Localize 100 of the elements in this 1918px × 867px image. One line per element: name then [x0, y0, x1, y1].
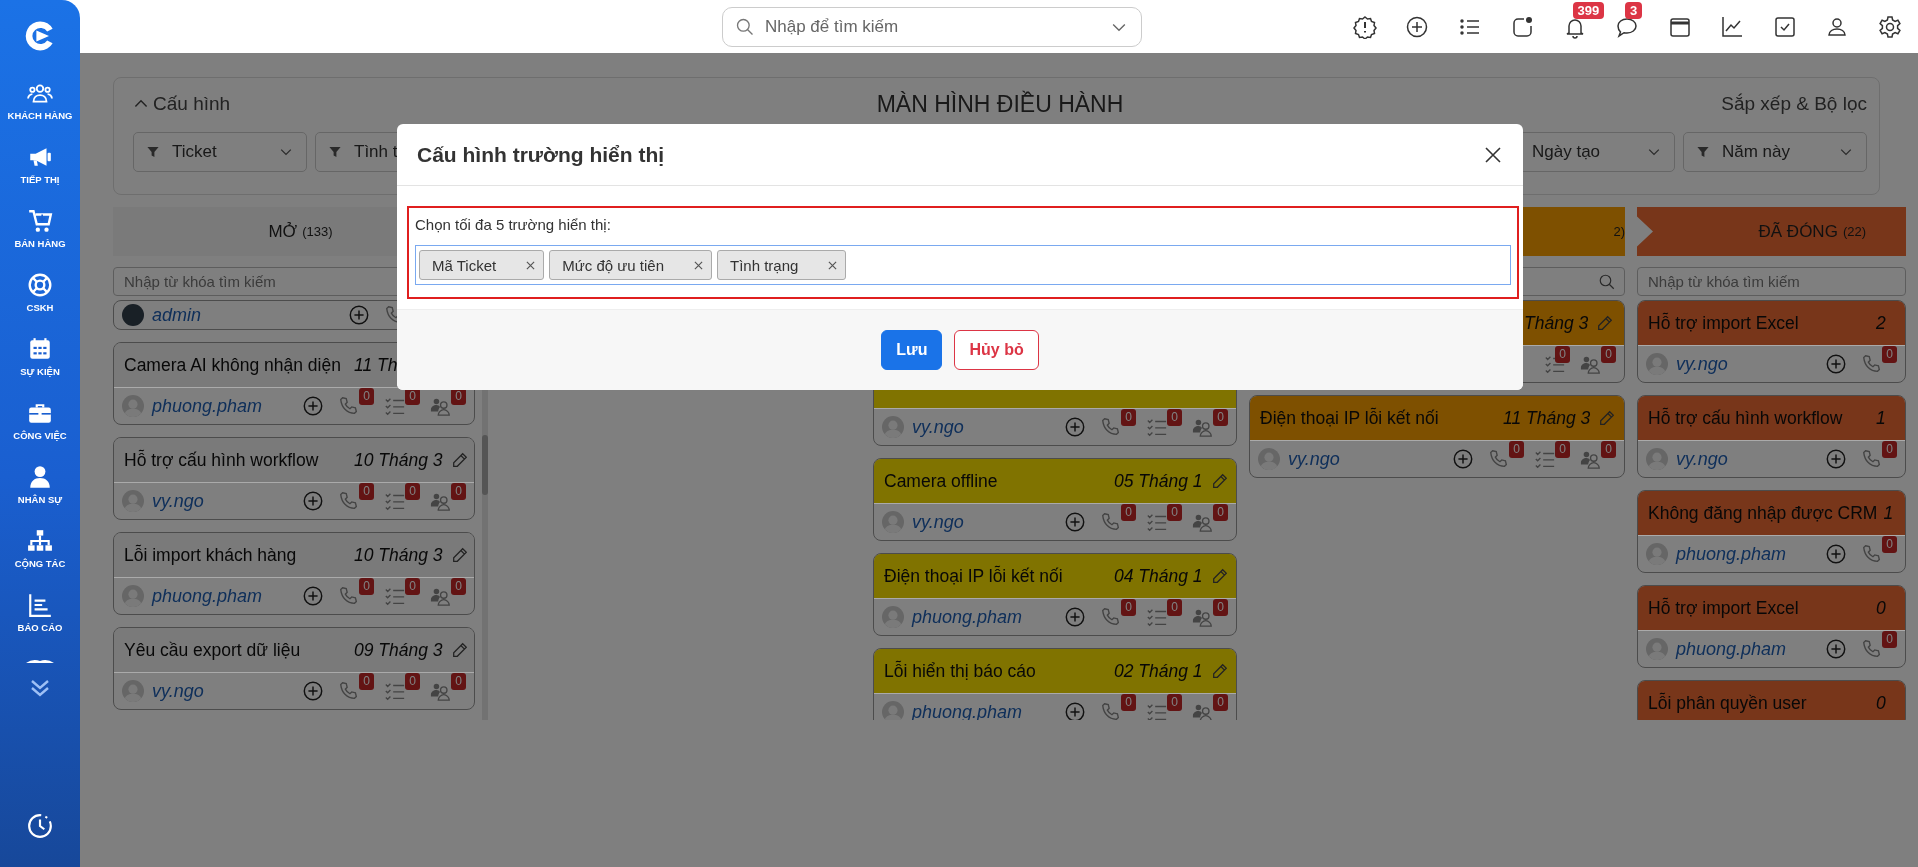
card-date: 2 [1876, 312, 1886, 334]
remove-icon[interactable] [694, 260, 703, 270]
multi-select-field[interactable]: Mã Ticket Mức độ ưu tiên Tình trạng [415, 245, 1511, 285]
assignee-name[interactable]: phuong.pham [1676, 543, 1787, 565]
count-badge: 0 [1167, 504, 1182, 521]
card-date: 1 [1883, 502, 1894, 524]
card-title: Hỗ trợ cấu hình workflow [1648, 407, 1844, 429]
assignee-name[interactable]: vy.ngo [1676, 448, 1728, 470]
field-chip[interactable]: Mức độ ưu tiên [549, 250, 712, 280]
sort-filter-link[interactable]: Sắp xếp & Bộ lọc [1567, 93, 1867, 115]
pencil-icon[interactable] [1210, 472, 1229, 490]
assignee-name[interactable]: phuong.pham [152, 585, 263, 607]
sidebar-item[interactable]: KHÁCH HÀNG [7, 80, 73, 144]
chart-icon[interactable] [1720, 14, 1745, 39]
sidebar-item[interactable]: CỘNG TÁC [14, 528, 66, 592]
save-button[interactable]: Lưu [881, 330, 943, 370]
stage-header[interactable]: ĐÃ ĐÓNG (22) [1637, 207, 1906, 256]
ticket-card[interactable]: Điện thoại IP lỗi kết nối 04 Tháng 1 phuong.pham 0 0 0 [873, 553, 1237, 636]
settings-icon[interactable] [1877, 14, 1902, 39]
filter-dropdown[interactable]: Năm này [1683, 132, 1867, 172]
org-chart-icon [27, 528, 53, 554]
count-badge: 0 [1167, 599, 1182, 616]
ticket-card[interactable]: Hỗ trợ cấu hình workflow 1 vy.ngo 0 [1637, 395, 1906, 478]
ticket-card[interactable]: Hỗ trợ cấu hình workflow 10 Tháng 3 vy.ngo 0 0 0 [113, 437, 475, 520]
assignee-name[interactable]: phuong.pham [912, 606, 1023, 628]
ticket-card[interactable]: Yêu cầu export dữ liệu 09 Tháng 3 vy.ngo 0 0 0 [113, 627, 475, 710]
pencil-icon[interactable] [1210, 567, 1229, 585]
field-chip[interactable]: Tình trạng [717, 250, 847, 280]
count-badge: 0 [1882, 631, 1897, 648]
pencil-icon[interactable] [1596, 314, 1615, 332]
pencil-icon[interactable] [450, 546, 469, 564]
pencil-icon[interactable] [450, 451, 469, 469]
search-input[interactable]: Nhập để tìm kiếm [763, 15, 1101, 38]
count-badge: 0 [1121, 599, 1136, 616]
ticket-card[interactable]: Hỗ trợ import Excel 2 vy.ngo 0 [1637, 300, 1906, 383]
search-icon [735, 16, 755, 37]
card-title: Camera offline [884, 470, 999, 492]
assignee-name[interactable]: vy.ngo [912, 511, 964, 533]
ticket-card[interactable]: Điện thoại IP lỗi kết nối 11 Tháng 3 vy.ngo 0 0 0 [1249, 395, 1625, 478]
config-toggle[interactable]: Cấu hình [133, 93, 433, 115]
dot-icon[interactable] [1510, 14, 1535, 39]
card-title: Điện thoại IP lỗi kết nối [1260, 407, 1440, 429]
sidebar-item[interactable]: SỰ KIỆN [20, 336, 60, 400]
remove-icon[interactable] [526, 260, 536, 270]
assignee-name[interactable]: phuong.pham [152, 395, 263, 417]
avatar-icon [882, 606, 904, 628]
page-title: MÀN HÌNH ĐIỀU HÀNH [875, 90, 1125, 118]
card-date: 09 Tháng 3 [354, 639, 443, 661]
assignee-name[interactable]: vy.ngo [152, 490, 204, 512]
count-badge: 0 [1213, 694, 1228, 711]
count-badge: 0 [1167, 694, 1182, 711]
count-badge: 0 [405, 578, 420, 595]
add-icon[interactable] [1405, 14, 1430, 39]
search-box[interactable]: Nhập từ khóa tìm kiếm [1637, 267, 1906, 296]
field-chip[interactable]: Mã Ticket [419, 250, 545, 280]
sidebar-item[interactable]: NHÂN SỰ [17, 464, 63, 528]
alert-icon[interactable] [1352, 14, 1377, 39]
check-icon[interactable] [1772, 14, 1797, 39]
ticket-card[interactable]: Lỗi phân quyền user 0 [1637, 680, 1906, 720]
card-date: Tháng 3 [1524, 312, 1589, 334]
ticket-card[interactable]: Lỗi import khách hàng 10 Tháng 3 phuong.pham 0 0 0 [113, 532, 475, 615]
avatar-icon [122, 680, 144, 702]
sidebar-item[interactable]: CSKH [26, 272, 54, 336]
ticket-card[interactable]: Hỗ trợ import Excel 0 phuong.pham 0 [1637, 585, 1906, 668]
pencil-icon[interactable] [1598, 409, 1617, 427]
notification-badge: 399 [1572, 1, 1605, 19]
pencil-icon[interactable] [450, 641, 469, 659]
sidebar-item[interactable]: TIẾP THỊ [20, 144, 60, 208]
cancel-button[interactable]: Hủy bỏ [954, 330, 1039, 370]
card-title: Không đăng nhập được CRM [1648, 502, 1878, 524]
sidebar-item[interactable]: BÁO CÁO [17, 592, 63, 656]
count-badge: 0 [451, 578, 466, 595]
assignee-name[interactable]: vy.ngo [912, 416, 964, 438]
close-icon[interactable] [1483, 144, 1503, 165]
count-badge: 0 [359, 578, 374, 595]
avatar-icon [1646, 638, 1668, 660]
count-badge: 0 [405, 483, 420, 500]
avatar-icon [122, 585, 144, 607]
sidebar-item[interactable]: BÁN HÀNG [14, 208, 66, 272]
filter-dropdown[interactable]: Ticket [133, 132, 307, 172]
assignee-name[interactable]: phuong.pham [1676, 638, 1787, 660]
avatar-icon [122, 395, 144, 417]
count-badge: 0 [1555, 441, 1570, 458]
assignee-name[interactable]: admin [152, 304, 202, 326]
pencil-icon[interactable] [1210, 662, 1229, 680]
ticket-card[interactable]: Camera offline 05 Tháng 1 vy.ngo 0 0 0 [873, 458, 1237, 541]
stage-label: MỞ [268, 221, 298, 242]
count-badge: 0 [405, 673, 420, 690]
assignee-name[interactable]: vy.ngo [1676, 353, 1728, 375]
avatar-icon [1646, 353, 1668, 375]
search-input[interactable]: Nhập từ khóa tìm kiếm [1646, 272, 1897, 291]
search-box[interactable]: Nhập để tìm kiếm [722, 6, 1142, 47]
sidebar-item[interactable]: CÔNG VIỆC [13, 400, 67, 464]
assignee-name[interactable]: vy.ngo [152, 680, 204, 702]
assignee-name[interactable]: vy.ngo [1288, 448, 1340, 470]
ticket-card[interactable]: Không đăng nhập được CRM 1 phuong.pham 0 [1637, 490, 1906, 573]
clock-icon[interactable] [27, 813, 53, 839]
card-title: Hỗ trợ cấu hình workflow [124, 449, 320, 471]
config-label: Cấu hình [153, 93, 231, 115]
remove-icon[interactable] [828, 260, 838, 270]
